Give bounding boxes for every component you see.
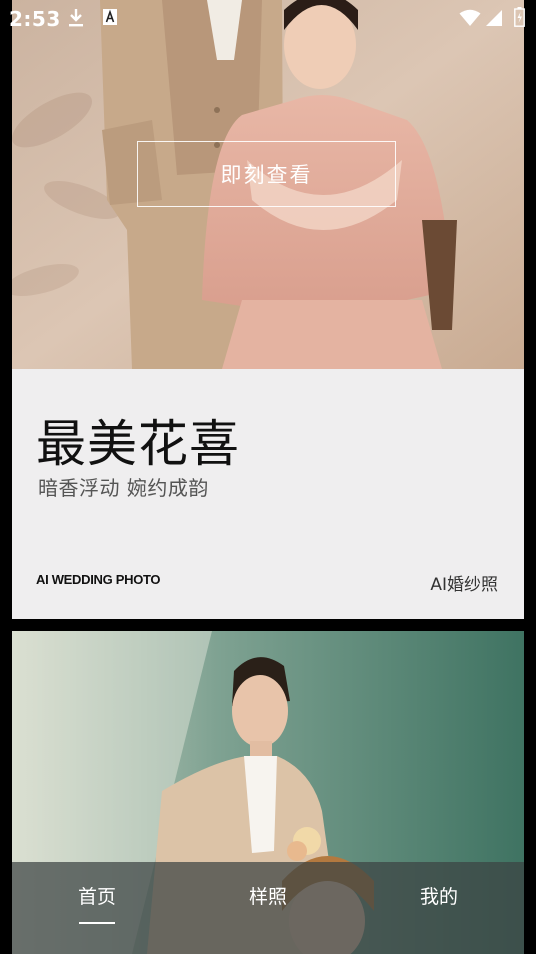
bottom-nav: 首页 样照 我的 xyxy=(12,862,524,954)
download-icon xyxy=(67,8,85,32)
nav-active-indicator xyxy=(79,922,115,924)
view-now-button[interactable]: 即刻查看 xyxy=(137,141,396,207)
status-time: 2:53 xyxy=(9,7,61,31)
nav-profile[interactable]: 我的 xyxy=(399,882,479,909)
a-icon xyxy=(102,8,118,30)
featured-card[interactable]: 即刻查看 最美花喜 暗香浮动 婉约成韵 AI WEDDING PHOTO AI婚… xyxy=(12,0,524,619)
signal-icon xyxy=(485,9,503,31)
featured-photo[interactable]: 即刻查看 xyxy=(12,0,524,369)
nav-home[interactable]: 首页 xyxy=(57,882,137,909)
category-tag: AI婚纱照 xyxy=(430,575,498,595)
wifi-icon xyxy=(459,9,481,31)
card-title: 最美花喜 xyxy=(36,415,240,473)
battery-icon xyxy=(514,7,525,31)
card-subtitle: 暗香浮动 婉约成韵 xyxy=(38,476,209,500)
status-bar: 2:53 xyxy=(0,0,536,36)
nav-samples[interactable]: 样照 xyxy=(228,882,308,909)
brand-label: AI WEDDING PHOTO xyxy=(36,572,161,587)
